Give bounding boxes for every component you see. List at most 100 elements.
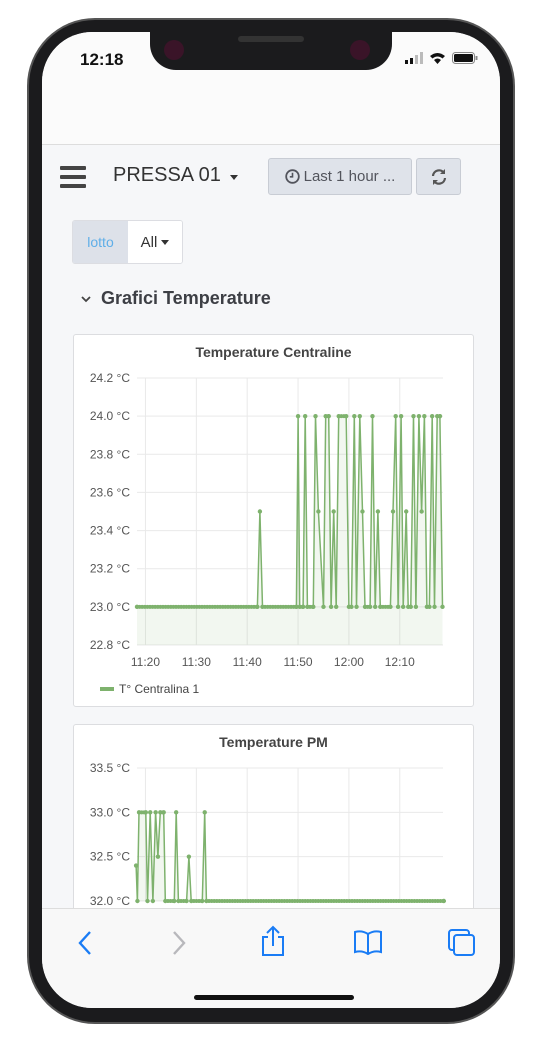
row-header[interactable]: Grafici Temperature — [80, 288, 271, 309]
chevron-down-icon — [81, 295, 91, 302]
data-point — [370, 413, 375, 419]
row-title: Grafici Temperature — [101, 288, 271, 308]
x-tick-label: 11:30 — [182, 655, 211, 669]
speaker-icon — [238, 36, 304, 42]
legend-swatch — [100, 687, 114, 691]
data-point — [375, 509, 381, 514]
camera-icon — [164, 40, 184, 60]
data-point — [400, 604, 406, 610]
x-tick-label: 11:20 — [131, 655, 160, 669]
data-point — [404, 509, 409, 514]
y-tick-label: 23.0 °C — [90, 600, 130, 614]
data-point — [432, 604, 437, 610]
data-point — [313, 413, 318, 419]
data-point — [328, 604, 334, 610]
data-point — [155, 854, 161, 859]
data-point — [257, 509, 263, 514]
x-tick-label: 11:50 — [283, 655, 312, 669]
y-tick-label: 23.8 °C — [90, 447, 130, 461]
x-tick-label: 12:10 — [385, 655, 415, 669]
y-tick-label: 32.5 °C — [90, 850, 130, 864]
time-range-label: Last 1 hour ... — [303, 168, 396, 185]
battery-icon — [452, 52, 478, 64]
tabs-icon[interactable] — [447, 928, 477, 958]
data-point — [440, 604, 445, 610]
y-tick-label: 23.6 °C — [90, 485, 130, 499]
status-bar: 12:18 — [42, 32, 500, 145]
data-point — [300, 604, 306, 610]
refresh-icon — [431, 168, 446, 185]
data-point — [255, 604, 260, 610]
panel-temperature-centraline: Temperature Centraline 24.2 °C 24.0 °C 23.… — [73, 334, 474, 707]
data-point — [422, 413, 427, 419]
data-point — [427, 604, 432, 610]
data-point — [393, 413, 398, 419]
data-point — [413, 604, 419, 610]
data-point — [349, 604, 354, 610]
data-point — [357, 413, 362, 419]
variable-lotto: lotto All — [72, 220, 183, 264]
data-point — [419, 509, 424, 514]
data-point — [311, 604, 316, 610]
data-point — [429, 413, 435, 419]
y-tick-label: 33.0 °C — [90, 805, 130, 819]
home-indicator[interactable] — [194, 995, 354, 1000]
data-point — [148, 810, 153, 815]
y-tick-label: 24.2 °C — [90, 371, 130, 385]
data-point — [416, 413, 422, 419]
data-point — [326, 413, 331, 419]
data-point — [202, 810, 207, 815]
forward-icon[interactable] — [170, 930, 188, 956]
notch — [150, 32, 392, 70]
legend-label: T° Centralina 1 — [119, 682, 200, 696]
data-point — [143, 810, 149, 815]
dashboard-picker[interactable]: PRESSA 01 — [113, 164, 238, 187]
signal-icon — [405, 52, 423, 64]
dashboard-title: PRESSA 01 — [113, 164, 221, 186]
data-point — [145, 898, 150, 904]
share-icon[interactable] — [260, 925, 286, 957]
bookmarks-icon[interactable] — [353, 929, 383, 955]
variable-value: All — [140, 233, 158, 251]
data-point — [367, 604, 373, 610]
data-point — [173, 810, 179, 815]
data-point — [408, 604, 413, 610]
wifi-icon — [430, 53, 445, 64]
data-point — [135, 898, 140, 904]
data-point — [411, 413, 416, 419]
browser-toolbar — [42, 908, 500, 1008]
data-point — [172, 898, 177, 904]
data-point — [352, 413, 357, 419]
hamburger-icon — [60, 166, 86, 170]
data-point — [133, 863, 139, 868]
x-tick-label: 11:40 — [233, 655, 262, 669]
data-point — [184, 898, 189, 904]
data-point — [331, 509, 336, 514]
clock: 12:18 — [80, 50, 124, 69]
data-point — [390, 509, 396, 514]
variable-label: lotto — [73, 221, 128, 263]
data-point — [437, 413, 443, 419]
data-point — [186, 854, 192, 859]
y-tick-label: 23.2 °C — [90, 562, 130, 576]
refresh-button[interactable] — [416, 158, 461, 195]
data-point — [441, 898, 447, 904]
data-point — [295, 413, 301, 419]
data-point — [372, 604, 378, 610]
x-tick-label: 12:00 — [334, 655, 364, 669]
data-point — [153, 810, 158, 815]
y-tick-label: 22.8 °C — [90, 638, 130, 652]
time-range-button[interactable]: Last 1 hour ... — [268, 158, 412, 195]
menu-button[interactable] — [60, 166, 86, 188]
legend-item[interactable]: T° Centralina 1 — [100, 682, 199, 696]
variable-select[interactable]: All — [128, 221, 182, 263]
caret-down-icon — [161, 239, 170, 245]
data-point — [354, 604, 359, 610]
data-point — [200, 898, 205, 904]
y-tick-label: 33.5 °C — [90, 761, 130, 775]
data-point — [316, 509, 321, 514]
data-point — [333, 604, 339, 610]
data-point — [321, 604, 326, 610]
data-point — [302, 413, 308, 419]
back-icon[interactable] — [76, 930, 94, 956]
